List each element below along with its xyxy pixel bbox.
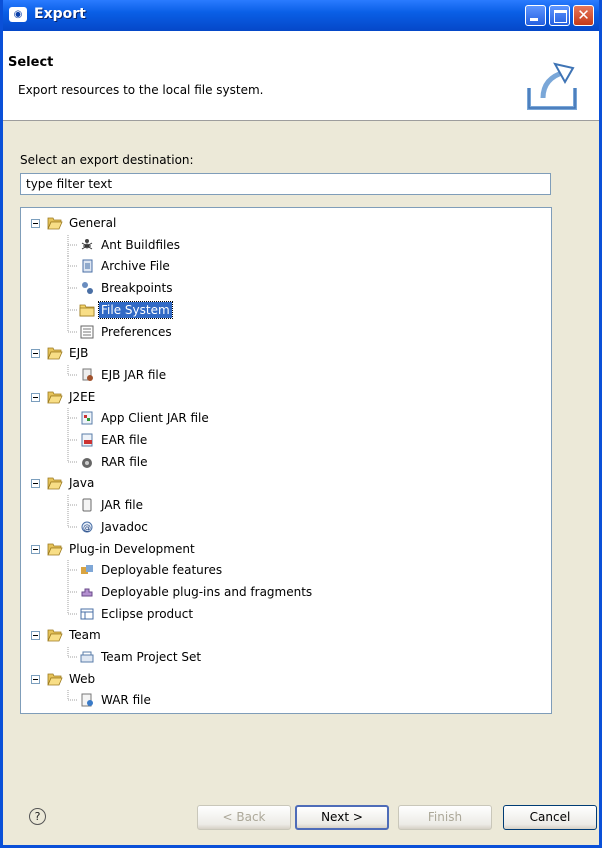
archive-icon: [82, 259, 93, 273]
tree-group-label: General: [69, 216, 117, 230]
wizard-header: Select Export resources to the local fil…: [3, 31, 599, 121]
tree-group-row[interactable]: Plug-in Development: [21, 539, 551, 559]
features-icon: [81, 565, 93, 575]
team-project-set-icon: [80, 651, 94, 663]
tree-group-label: J2EE: [69, 389, 96, 404]
tree-group-row[interactable]: Team: [21, 625, 551, 645]
svg-text:@: @: [83, 523, 91, 532]
collapse-toggle[interactable]: [31, 479, 40, 489]
ant-icon: [81, 238, 93, 250]
tree-item-label: Breakpoints: [101, 281, 173, 296]
tree-group-label: Web: [69, 671, 96, 686]
tree-item-row[interactable]: Breakpoints: [21, 278, 551, 301]
tree-item-label: App Client JAR file: [101, 411, 209, 426]
tree-item-row[interactable]: Ant Buildfiles: [21, 234, 551, 257]
tree-group-label: Java: [69, 476, 95, 491]
folder-icon: [79, 304, 95, 317]
tree-group-row[interactable]: General: [21, 213, 551, 233]
collapse-toggle[interactable]: [31, 674, 40, 684]
rar-icon: [82, 457, 92, 468]
tree-item-row[interactable]: Team Project Set: [21, 647, 551, 667]
tree-item-label: RAR file: [101, 454, 148, 469]
tree-group-row[interactable]: Web: [21, 669, 551, 689]
tree-item-label: Deployable plug-ins and fragments: [101, 584, 313, 599]
tree-item-row[interactable]: EJB JAR file: [21, 364, 551, 385]
open-folder-icon: [47, 673, 63, 686]
plugins-icon: [81, 588, 93, 597]
destination-label: Select an export destination:: [20, 153, 194, 167]
collapse-toggle[interactable]: [31, 544, 40, 554]
title-bar[interactable]: ◉ Export ✕: [3, 0, 599, 31]
tree-group-row[interactable]: J2EE: [21, 387, 551, 407]
help-icon[interactable]: ?: [29, 808, 46, 825]
open-folder-icon: [47, 477, 63, 490]
close-icon: ✕: [577, 6, 590, 24]
open-folder-icon: [47, 347, 63, 360]
tree-item-label: Archive File: [101, 259, 170, 274]
ear-icon: [81, 433, 93, 447]
tree-item-row[interactable]: RAR file: [21, 451, 551, 472]
war-icon: [81, 693, 93, 707]
tree-item-row[interactable]: File System: [21, 299, 551, 322]
back-button[interactable]: < Back: [197, 805, 291, 830]
tree-item-label: Javadoc: [101, 519, 148, 534]
collapse-toggle[interactable]: [31, 349, 40, 359]
page-title: Select: [8, 55, 54, 70]
open-folder-icon: [47, 629, 63, 642]
open-folder-icon: [47, 543, 63, 555]
tree-item-label: Ant Buildfiles: [101, 237, 180, 252]
eclipse-window-icon: ◉: [9, 7, 27, 22]
tree-group-label: Team: [69, 628, 101, 643]
tree-item-label: JAR file: [101, 498, 143, 513]
tree-item-row[interactable]: App Client JAR file: [21, 408, 551, 431]
ejb-jar-icon: [82, 368, 93, 381]
tree-item-label: EJB JAR file: [101, 367, 167, 382]
finish-button[interactable]: Finish: [398, 805, 492, 830]
tree-item-label: File System: [98, 300, 173, 319]
tree-group-label: Plug-in Development: [69, 541, 195, 556]
tree-item-label: Preferences: [101, 324, 172, 339]
tree-item-row[interactable]: @ Javadoc: [21, 516, 551, 537]
maximize-button[interactable]: [549, 5, 570, 26]
collapse-toggle[interactable]: [31, 392, 40, 402]
close-button[interactable]: ✕: [573, 5, 594, 26]
tree-group-label: EJB: [69, 346, 89, 361]
tree-item-row[interactable]: Deployable plug-ins and fragments: [21, 581, 551, 604]
filter-input[interactable]: [20, 173, 551, 195]
app-client-icon: [81, 411, 93, 425]
collapse-toggle[interactable]: [31, 219, 40, 228]
tree-item-label: Deployable features: [101, 563, 223, 578]
cancel-button[interactable]: Cancel: [503, 805, 597, 830]
window-title: Export: [34, 6, 86, 22]
export-dialog: ◉ Export ✕ Select Export resources to th…: [0, 0, 602, 848]
tree-group-row[interactable]: EJB: [21, 343, 551, 363]
tree-item-row[interactable]: Deployable features: [21, 560, 551, 583]
open-folder-icon: [47, 391, 63, 403]
tree-item-row[interactable]: Archive File: [21, 256, 551, 279]
jar-icon: [82, 498, 92, 512]
tree-item-label: WAR file: [101, 693, 151, 708]
tree-item-row[interactable]: JAR file: [21, 495, 551, 518]
breakpoints-icon: [82, 282, 93, 295]
page-description: Export resources to the local file syste…: [18, 83, 264, 97]
tree-item-row[interactable]: Preferences: [21, 321, 551, 342]
tree-item-label: EAR file: [101, 433, 148, 447]
tree-item-row[interactable]: WAR file: [21, 690, 551, 710]
tree-group-row[interactable]: Java: [21, 473, 551, 493]
tree-item-row[interactable]: Eclipse product: [21, 603, 551, 624]
tree-item-label: Team Project Set: [101, 650, 202, 664]
preferences-icon: [80, 325, 94, 338]
javadoc-icon: @: [81, 521, 93, 533]
tree-item-row[interactable]: EAR file: [21, 430, 551, 452]
export-destination-tree[interactable]: General Ant Buildfiles Archive File Breakpo…: [20, 207, 552, 714]
export-wizard-banner-icon: [527, 62, 577, 110]
collapse-toggle[interactable]: [31, 631, 40, 641]
minimize-button[interactable]: [525, 5, 546, 26]
next-button[interactable]: Next >: [295, 805, 389, 830]
open-folder-icon: [47, 217, 63, 230]
product-icon: [80, 608, 94, 620]
tree-item-label: Eclipse product: [101, 606, 194, 621]
